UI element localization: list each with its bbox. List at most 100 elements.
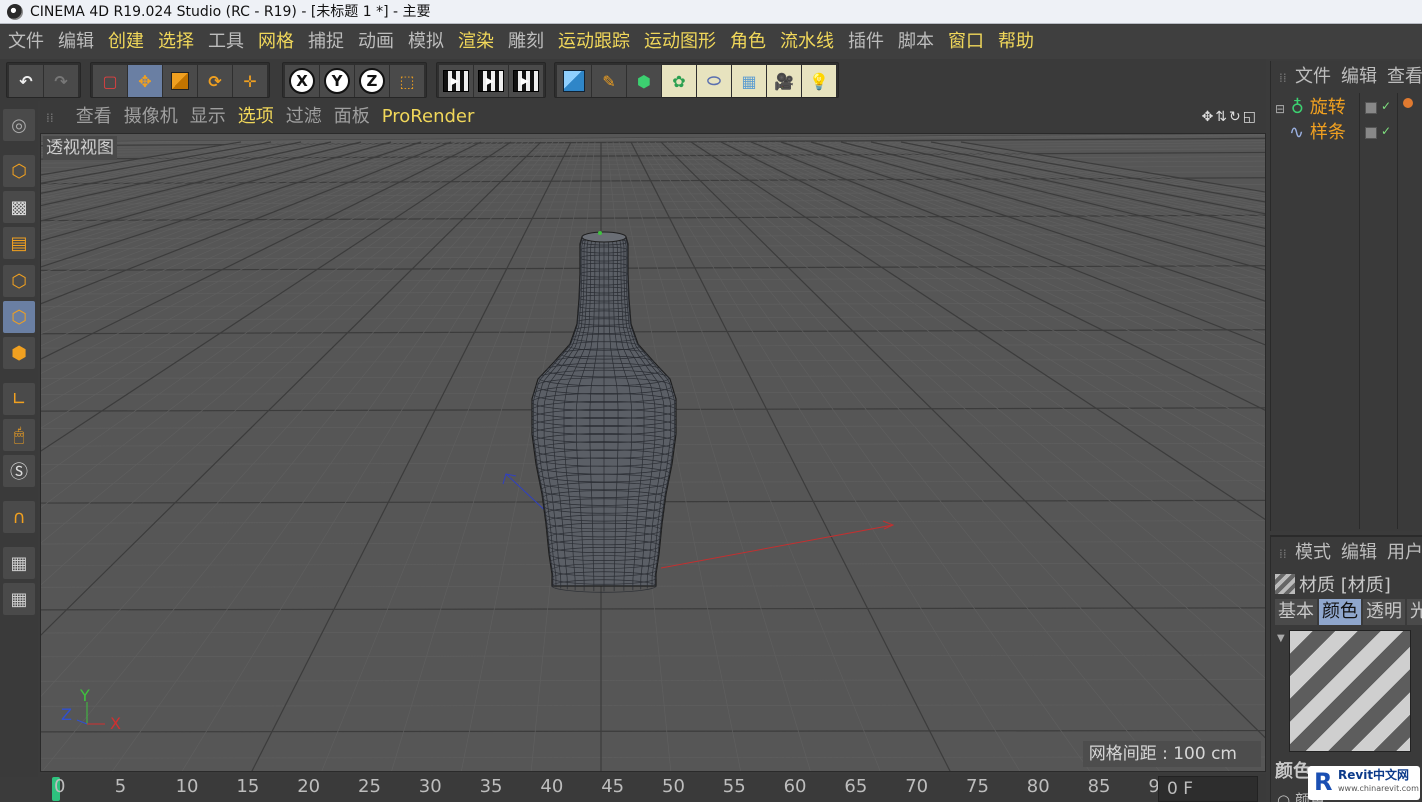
viewport-menu-item[interactable]: 摄像机 — [118, 101, 184, 133]
menu-item[interactable]: 工具 — [201, 25, 251, 59]
grid-line — [41, 233, 1265, 240]
object-row-spline[interactable]: ∿ 样条 — [1289, 121, 1346, 145]
menu-item[interactable]: 捕捉 — [301, 25, 351, 59]
timeline[interactable]: 051015202530354045505560657075808590 0 F — [40, 774, 1266, 802]
timeline-tick-label: 45 — [601, 776, 625, 797]
material-tab[interactable]: 光 — [1407, 599, 1422, 625]
workplane-mode-button[interactable]: ▤ — [3, 227, 35, 259]
timeline-tick-label: 75 — [966, 776, 989, 797]
axis-lock-group: X Y Z ⬚ — [282, 62, 427, 98]
menu-item[interactable]: 脚本 — [891, 25, 941, 59]
attribute-manager-menu-item[interactable]: 用户 — [1387, 542, 1422, 563]
collapse-arrow-icon[interactable]: ▼ — [1277, 633, 1285, 644]
undo-button[interactable]: ↶ — [9, 65, 43, 97]
menu-item[interactable]: 雕刻 — [501, 25, 551, 59]
menu-item[interactable]: 运动跟踪 — [551, 25, 637, 59]
render-view-button[interactable] — [439, 65, 473, 97]
live-selection-button[interactable]: ▢ — [93, 65, 127, 97]
menu-item[interactable]: 网格 — [251, 25, 301, 59]
viewport-menu-item[interactable]: 显示 — [184, 101, 232, 133]
layer-flag-icon[interactable] — [1365, 102, 1377, 114]
object-name[interactable]: 旋转 — [1310, 97, 1346, 118]
menu-item[interactable]: 动画 — [351, 25, 401, 59]
solo-button[interactable]: Ⓢ — [3, 455, 35, 487]
texture-mode-button[interactable]: ▩ — [3, 191, 35, 223]
bottle-top-cap — [581, 231, 627, 243]
viewport-menu-item[interactable]: ProRender — [376, 101, 481, 133]
menu-item[interactable]: 模拟 — [401, 25, 451, 59]
floor-button[interactable]: ▦ — [732, 65, 766, 97]
object-name[interactable]: 样条 — [1310, 122, 1346, 143]
deformer-button[interactable]: ⬭ — [697, 65, 731, 97]
coordinate-system-button[interactable]: ⬚ — [390, 65, 424, 97]
points-mode-button[interactable]: ⬡ — [3, 265, 35, 297]
menu-item[interactable]: 编辑 — [51, 25, 101, 59]
material-tab[interactable]: 基本 — [1275, 599, 1317, 625]
menu-item[interactable]: 帮助 — [991, 25, 1041, 59]
viewport-menu-item[interactable]: 面板 — [328, 101, 376, 133]
pen-button[interactable]: ✎ — [592, 65, 626, 97]
dolly-icon[interactable]: ⇅ — [1215, 109, 1229, 125]
attribute-manager-menu-item[interactable]: 编辑 — [1341, 542, 1387, 563]
cloner-button[interactable]: ✿ — [662, 65, 696, 97]
perspective-viewport[interactable]: Y X Z 透视视图 网格间距 : 100 cm — [40, 133, 1266, 772]
attribute-manager-menu-item[interactable]: 模式 — [1295, 542, 1341, 563]
axis-mode-button[interactable]: ∟ — [3, 383, 35, 415]
model-mode-button[interactable]: ⬡ — [3, 155, 35, 187]
orbit-icon[interactable]: ↻ — [1229, 109, 1243, 125]
redo-button[interactable]: ↷ — [44, 65, 78, 97]
tag-icon[interactable] — [1403, 98, 1413, 108]
render-view-icon — [443, 70, 469, 92]
menu-item[interactable]: 渲染 — [451, 25, 501, 59]
x-axis-button[interactable]: X — [285, 65, 319, 97]
lock-workplane-button[interactable]: ▦ — [3, 547, 35, 579]
menu-item[interactable]: 文件 — [0, 25, 51, 59]
render-picture-viewer-button[interactable] — [474, 65, 508, 97]
layer-flag-icon[interactable] — [1365, 127, 1377, 139]
object-manager-menu-item[interactable]: 查看 — [1387, 66, 1422, 87]
menu-item[interactable]: 流水线 — [773, 25, 841, 59]
viewport-menu-item[interactable]: 查看 — [70, 101, 118, 133]
maximize-view-icon[interactable]: ◱ — [1243, 109, 1258, 125]
material-tab[interactable]: 透明 — [1363, 599, 1405, 625]
planar-workplane-button[interactable]: ▦ — [3, 583, 35, 615]
viewport-menu-item[interactable]: 选项 — [232, 101, 280, 133]
subdivision-button[interactable]: ⬢ — [627, 65, 661, 97]
enabled-check-icon[interactable]: ✓ — [1381, 124, 1391, 138]
grid-line — [41, 315, 1265, 321]
edges-mode-button[interactable]: ⬡ — [3, 301, 35, 333]
menu-item[interactable]: 选择 — [151, 25, 201, 59]
menu-item[interactable]: 角色 — [723, 25, 773, 59]
snap-button[interactable]: ∩ — [3, 501, 35, 533]
menu-item[interactable]: 运动图形 — [637, 25, 723, 59]
y-axis-button[interactable]: Y — [320, 65, 354, 97]
object-row-lathe[interactable]: ⊟ ♁ 旋转 — [1275, 96, 1346, 120]
light-button[interactable]: 💡 — [802, 65, 836, 97]
enabled-check-icon[interactable]: ✓ — [1381, 99, 1391, 113]
menu-item[interactable]: 窗口 — [941, 25, 991, 59]
camera-button[interactable]: 🎥 — [767, 65, 801, 97]
z-axis-button[interactable]: Z — [355, 65, 389, 97]
tweak-mode-button[interactable]: 🖱 — [3, 419, 35, 451]
menu-item[interactable]: 插件 — [841, 25, 891, 59]
recent-tool-button[interactable]: ✛ — [233, 65, 267, 97]
material-tab[interactable]: 颜色 — [1319, 599, 1361, 625]
scale-tool-button[interactable] — [163, 65, 197, 97]
make-editable-button[interactable]: ◎ — [3, 109, 35, 141]
timeline-tick-label: 60 — [783, 776, 807, 797]
tree-expand-icon[interactable]: ⊟ — [1275, 102, 1285, 116]
polygons-mode-icon: ⬢ — [11, 342, 27, 364]
object-manager-menu-item[interactable]: 文件 — [1295, 66, 1341, 87]
render-group — [436, 62, 546, 98]
object-manager-menu-item[interactable]: 编辑 — [1341, 66, 1387, 87]
pan-icon[interactable]: ✥ — [1202, 109, 1216, 125]
polygons-mode-button[interactable]: ⬢ — [3, 337, 35, 369]
current-frame-field[interactable]: 0 F — [1158, 776, 1258, 802]
cube-button[interactable] — [557, 65, 591, 97]
bottle-lathe-object[interactable] — [531, 231, 677, 593]
move-tool-button[interactable]: ✥ — [128, 65, 162, 97]
render-settings-button[interactable] — [509, 65, 543, 97]
menu-item[interactable]: 创建 — [101, 25, 151, 59]
rotate-tool-button[interactable]: ⟳ — [198, 65, 232, 97]
viewport-menu-item[interactable]: 过滤 — [280, 101, 328, 133]
